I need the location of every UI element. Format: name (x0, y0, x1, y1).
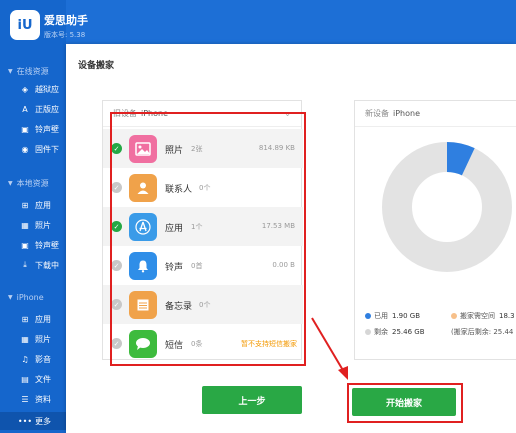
app-name: 爱思助手 (44, 14, 88, 27)
message-icon (129, 330, 157, 358)
new-device-panel: 新设备 iPhone 已用 1.90 GB 搬家需空间 18.3 剩余 25.46 G… (354, 100, 516, 360)
checkbox-unchecked-icon[interactable]: ✓ (111, 299, 122, 310)
sidebar-section-iphone[interactable]: ▼ iPhone (0, 290, 66, 304)
sidebar-item-firmware[interactable]: ◉ 固件下 (0, 140, 66, 158)
sidebar-item-ringtones-online[interactable]: ▣ 铃声壁 (0, 120, 66, 138)
item-name: 联系人 (165, 185, 193, 195)
notes-icon (129, 291, 157, 319)
media-icon: ♫ (21, 354, 29, 364)
firmware-icon: ◉ (21, 144, 29, 154)
caret-down-icon: ▼ (8, 293, 13, 301)
start-migration-button[interactable]: 开始搬家 (352, 388, 456, 416)
previous-step-button[interactable]: 上一步 (202, 386, 302, 414)
data-type-list: ✓ 照片 2张 814.89 KB ✓ 联系人 0个 ✓ 应用 1个 17.53… (103, 129, 303, 363)
item-count: 0首 (191, 262, 203, 270)
legend-needed: 搬家需空间 18.3 (451, 311, 515, 321)
storage-donut-chart (382, 142, 512, 272)
checkbox-checked-icon[interactable]: ✓ (111, 143, 122, 154)
legend-after: (搬家后剩余: 25.44 (451, 328, 514, 336)
old-device-selector[interactable]: 旧设备 iPhone ⌄ (103, 101, 301, 127)
storage-legend: 已用 1.90 GB 搬家需空间 18.3 剩余 25.46 GB (搬家后剩余: 2… (365, 311, 516, 343)
list-item-ringtones[interactable]: ✓ 铃声 0首 0.00 B (103, 246, 303, 285)
checkbox-checked-icon[interactable]: ✓ (111, 221, 122, 232)
photo-icon: ▦ (21, 220, 29, 230)
legend-free: 剩余 25.46 GB (365, 327, 425, 337)
chevron-down-icon: ⌄ (284, 109, 291, 118)
sidebar-section-online[interactable]: ▼ 在线资源 (0, 64, 66, 78)
sidebar-item-iphone-media[interactable]: ♫ 影音 (0, 350, 66, 368)
ringtone-icon: ▣ (21, 240, 29, 250)
checkbox-unchecked-icon[interactable]: ✓ (111, 338, 122, 349)
contacts-icon (129, 174, 157, 202)
box-icon: ◈ (21, 84, 29, 94)
item-name: 照片 (165, 146, 184, 156)
app-version: 版本号: 5.38 (44, 31, 86, 39)
sidebar-section-local[interactable]: ▼ 本地资源 (0, 176, 66, 190)
app-logo: iU (10, 10, 40, 40)
sidebar-item-jailbreak-apps[interactable]: ◈ 越狱应 (0, 80, 66, 98)
caret-down-icon: ▼ (8, 67, 13, 75)
dialog-title: 设备搬家 (78, 61, 115, 71)
bell-icon (129, 252, 157, 280)
device-migration-dialog: 设备搬家 旧设备 iPhone ⌄ ✓ 照片 2张 814.89 KB ✓ 联系… (66, 44, 516, 433)
item-count: 1个 (191, 223, 203, 231)
apps-icon: ⊞ (21, 314, 29, 324)
sidebar-item-local-apps[interactable]: ⊞ 应用 (0, 196, 66, 214)
new-device-name: iPhone (393, 109, 421, 118)
photo-icon: ▦ (21, 334, 29, 344)
sidebar-item-local-ringtones[interactable]: ▣ 铃声壁 (0, 236, 66, 254)
legend-dot (451, 313, 457, 319)
new-device-label: 新设备 (365, 109, 389, 118)
list-item-apps[interactable]: ✓ 应用 1个 17.53 MB (103, 207, 303, 246)
item-count: 0条 (191, 340, 203, 348)
app-store-icon: A (22, 104, 28, 114)
more-icon: ••• (17, 416, 33, 426)
caret-down-icon: ▼ (8, 179, 13, 187)
sidebar-item-iphone-apps[interactable]: ⊞ 应用 (0, 310, 66, 328)
sidebar-item-iphone-contacts[interactable]: ☰ 资料 (0, 390, 66, 408)
photo-icon (129, 135, 157, 163)
old-device-panel: 旧设备 iPhone ⌄ ✓ 照片 2张 814.89 KB ✓ 联系人 0个 … (102, 100, 303, 363)
sidebar-item-genuine-apps[interactable]: A 正版应 (0, 100, 66, 118)
legend-row: 剩余 25.46 GB (搬家后剩余: 25.44 (365, 327, 516, 343)
item-unsupported-note: 暂不支持短信搬家 (241, 340, 297, 348)
contacts-icon: ☰ (21, 394, 29, 404)
list-item-photos[interactable]: ✓ 照片 2张 814.89 KB (103, 129, 303, 168)
list-item-contacts[interactable]: ✓ 联系人 0个 (103, 168, 303, 207)
item-size: 17.53 MB (261, 222, 295, 230)
sidebar-item-iphone-photos[interactable]: ▦ 照片 (0, 330, 66, 348)
app-store-icon (129, 213, 157, 241)
legend-dot (365, 313, 371, 319)
list-item-messages[interactable]: ✓ 短信 0条 暂不支持短信搬家 (103, 324, 303, 363)
legend-dot (365, 329, 371, 335)
old-device-label: 旧设备 (113, 109, 137, 118)
sidebar-item-local-photos[interactable]: ▦ 照片 (0, 216, 66, 234)
item-name: 备忘录 (165, 302, 193, 312)
item-name: 应用 (165, 224, 184, 234)
sidebar-item-downloading[interactable]: ⤓ 下载中 (0, 256, 66, 274)
apps-icon: ⊞ (21, 200, 29, 210)
old-device-name: iPhone (141, 109, 169, 118)
sidebar-item-iphone-more[interactable]: ••• 更多 (0, 412, 66, 430)
item-count: 0个 (199, 301, 211, 309)
item-count: 0个 (199, 184, 211, 192)
item-size: 0.00 B (272, 261, 295, 269)
legend-row: 已用 1.90 GB 搬家需空间 18.3 (365, 311, 516, 327)
checkbox-unchecked-icon[interactable]: ✓ (111, 182, 122, 193)
ringtone-icon: ▣ (21, 124, 29, 134)
brand: iU 爱思助手 版本号: 5.38 (6, 6, 88, 46)
checkbox-unchecked-icon[interactable]: ✓ (111, 260, 122, 271)
item-count: 2张 (191, 145, 203, 153)
file-icon: ▤ (21, 374, 29, 384)
storage-used-arc (446, 142, 475, 176)
sidebar-item-iphone-files[interactable]: ▤ 文件 (0, 370, 66, 388)
new-device-header: 新设备 iPhone (355, 101, 516, 127)
sidebar: iU 爱思助手 版本号: 5.38 ▼ 在线资源 ◈ 越狱应 A 正版应 ▣ 铃… (0, 0, 88, 433)
list-item-notes[interactable]: ✓ 备忘录 0个 (103, 285, 303, 324)
download-icon: ⤓ (23, 260, 27, 269)
legend-used: 已用 1.90 GB (365, 311, 420, 321)
item-size: 814.89 KB (258, 144, 295, 152)
item-name: 短信 (165, 341, 184, 351)
item-name: 铃声 (165, 263, 184, 273)
